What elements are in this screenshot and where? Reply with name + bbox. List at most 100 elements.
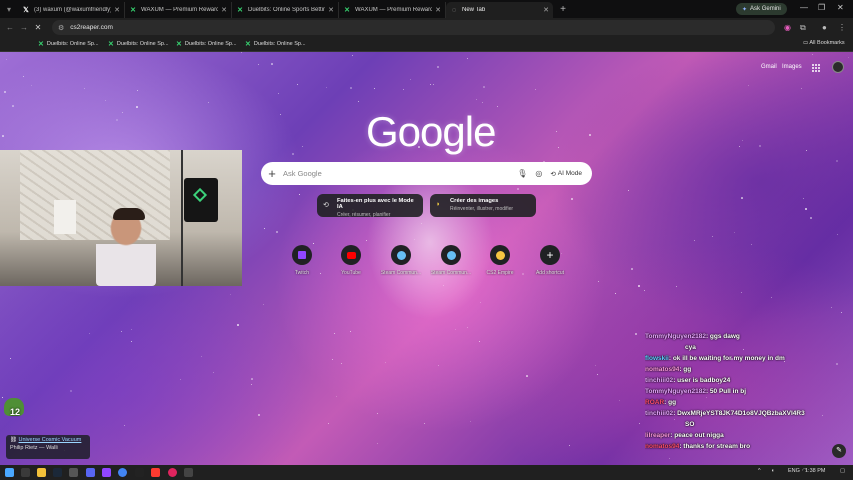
tab-label: WAXUM — Premium Rewards <box>141 7 219 13</box>
speaker-icon[interactable]: ◖ <box>771 468 774 474</box>
star-speck <box>264 228 265 229</box>
star-speck <box>742 140 744 142</box>
app-icon[interactable] <box>69 468 78 477</box>
chat-username: tinchiii02 <box>645 410 674 417</box>
customize-pencil-icon[interactable]: ✎ <box>832 444 846 458</box>
ai-mode-button[interactable]: ⟲ AI Mode <box>550 170 582 178</box>
bookmark-item[interactable]: ✕ Duelbits: Online Sp... <box>108 40 169 48</box>
clock[interactable]: 1:38 PM <box>805 468 825 474</box>
back-icon[interactable]: ← <box>3 23 17 32</box>
shortcut-youtube[interactable]: YouTube <box>330 245 372 276</box>
tab-3[interactable]: ✕ Duelbits: Online Sports Betting ✕ <box>232 2 339 18</box>
star-speck <box>421 223 422 224</box>
ask-gemini-button[interactable]: ✦ Ask Gemini <box>736 3 787 15</box>
close-icon[interactable]: ✕ <box>435 6 441 14</box>
shortcut-steam-1[interactable]: Steam Commun... <box>380 245 422 276</box>
windows-start-icon[interactable] <box>5 468 14 477</box>
shortcut-twitch[interactable]: Twitch <box>281 245 323 276</box>
search-box[interactable]: + Ask Google 🎙 ◎ ⟲ AI Mode <box>261 162 592 185</box>
site-info-icon[interactable]: ⚙ <box>58 24 64 32</box>
chip-subtitle: Créer, résumer, planifier <box>337 212 391 218</box>
star-speck <box>635 333 637 335</box>
star-speck <box>208 102 209 103</box>
youtube-icon <box>341 245 361 265</box>
star-speck <box>271 63 273 65</box>
tab-2[interactable]: ✕ WAXUM — Premium Rewards ✕ <box>125 2 232 18</box>
star-speck <box>237 324 239 326</box>
tab-1[interactable]: 𝕏 (3) waxum (@waxumfriendly) / ✕ <box>18 2 125 18</box>
app-icon[interactable] <box>184 468 193 477</box>
tab-label: Duelbits: Online Sports Betting <box>248 7 326 13</box>
opera-icon[interactable] <box>168 468 177 477</box>
star-speck <box>124 425 126 427</box>
file-explorer-icon[interactable] <box>37 468 46 477</box>
bookmark-item[interactable]: ✕ Duelbits: Online Sp... <box>245 40 306 48</box>
star-speck <box>771 297 772 298</box>
chrome-icon[interactable] <box>118 468 127 477</box>
new-tab-button[interactable]: + <box>556 4 570 15</box>
create-images-chip[interactable]: ◗ Créer des images Réinventer, illustrer… <box>430 194 536 217</box>
gmail-link[interactable]: Gmail <box>761 64 777 70</box>
chat-message: cya <box>645 342 853 353</box>
steam-icon[interactable] <box>53 468 62 477</box>
menu-icon[interactable]: ⋮ <box>838 23 846 32</box>
minimize-icon[interactable]: — <box>800 3 808 12</box>
language-indicator[interactable]: ENG <box>788 468 800 474</box>
star-speck <box>806 150 807 151</box>
star-speck <box>535 89 537 91</box>
extensions-puzzle-icon[interactable]: ⧉ <box>800 23 806 33</box>
bookmark-label: Duelbits: Online Sp... <box>184 41 237 47</box>
star-speck <box>352 55 354 57</box>
shortcut-steam-2[interactable]: Steam Commun... <box>430 245 472 276</box>
star-speck <box>201 356 202 357</box>
extension-icon[interactable]: ◉ <box>784 23 791 32</box>
add-icon[interactable]: + <box>261 166 283 181</box>
twitch-icon <box>292 245 312 265</box>
close-icon[interactable]: ✕ <box>543 6 549 14</box>
all-bookmarks-button[interactable]: ▭ All Bookmarks <box>803 40 845 46</box>
stop-icon[interactable]: ✕ <box>31 23 45 32</box>
frog-counter: 12 <box>10 407 21 417</box>
microphone-icon[interactable]: 🎙 <box>517 169 527 178</box>
forward-icon[interactable]: → <box>17 23 31 32</box>
notification-icon[interactable]: ▢ <box>840 468 845 474</box>
tab-new-tab[interactable]: ◌ New Tab ✕ <box>446 2 553 18</box>
tab-label: (3) waxum (@waxumfriendly) / <box>34 7 112 13</box>
window-close-icon[interactable]: ✕ <box>837 3 844 12</box>
shortcut-label: Add shortcut <box>535 270 565 276</box>
account-avatar[interactable] <box>832 61 844 73</box>
close-icon[interactable]: ✕ <box>221 6 227 14</box>
close-icon[interactable]: ✕ <box>114 6 120 14</box>
chat-message: tinchiii02: DwxMRjeYST8JK74D1o8VJQBzbaXV… <box>645 408 853 419</box>
bookmark-item[interactable]: ✕ Duelbits: Online Sp... <box>176 40 237 48</box>
images-link[interactable]: Images <box>782 64 802 70</box>
bookmark-item[interactable]: ✕ Duelbits: Online Sp... <box>38 40 99 48</box>
profile-icon[interactable]: ● <box>822 23 827 32</box>
chat-username: TommyNguyen2182 <box>645 333 706 340</box>
app-icon[interactable] <box>151 468 160 477</box>
google-apps-icon[interactable] <box>812 64 820 72</box>
search-input[interactable]: Ask Google <box>283 169 517 178</box>
banana-icon: ◗ <box>436 201 441 208</box>
steam-icon <box>441 245 461 265</box>
star-speck <box>694 240 695 241</box>
lens-icon[interactable]: ◎ <box>535 169 542 178</box>
ai-mode-chip[interactable]: ⟲ Faites-en plus avec le Mode IA Créer, … <box>317 194 423 218</box>
obs-icon[interactable] <box>135 468 144 477</box>
duelbits-icon: ✕ <box>344 7 350 14</box>
close-icon[interactable]: ✕ <box>328 6 334 14</box>
twitch-icon[interactable] <box>102 468 111 477</box>
star-speck <box>739 146 741 148</box>
shortcut-cs2-empire[interactable]: CS2 Empire <box>479 245 521 276</box>
maximize-icon[interactable]: ❐ <box>818 3 825 12</box>
discord-icon[interactable] <box>86 468 95 477</box>
star-speck <box>424 423 426 425</box>
tab-search-icon[interactable]: ▾ <box>0 5 18 14</box>
star-speck <box>258 414 260 416</box>
address-bar[interactable]: ⚙ cs2reaper.com <box>52 20 775 35</box>
star-speck <box>467 58 469 60</box>
add-shortcut[interactable]: + Add shortcut <box>529 245 571 276</box>
search-icon[interactable] <box>21 468 30 477</box>
tray-arrow-icon[interactable]: ^ <box>758 468 761 474</box>
tab-4[interactable]: ✕ WAXUM — Premium Rewards ✕ <box>339 2 446 18</box>
